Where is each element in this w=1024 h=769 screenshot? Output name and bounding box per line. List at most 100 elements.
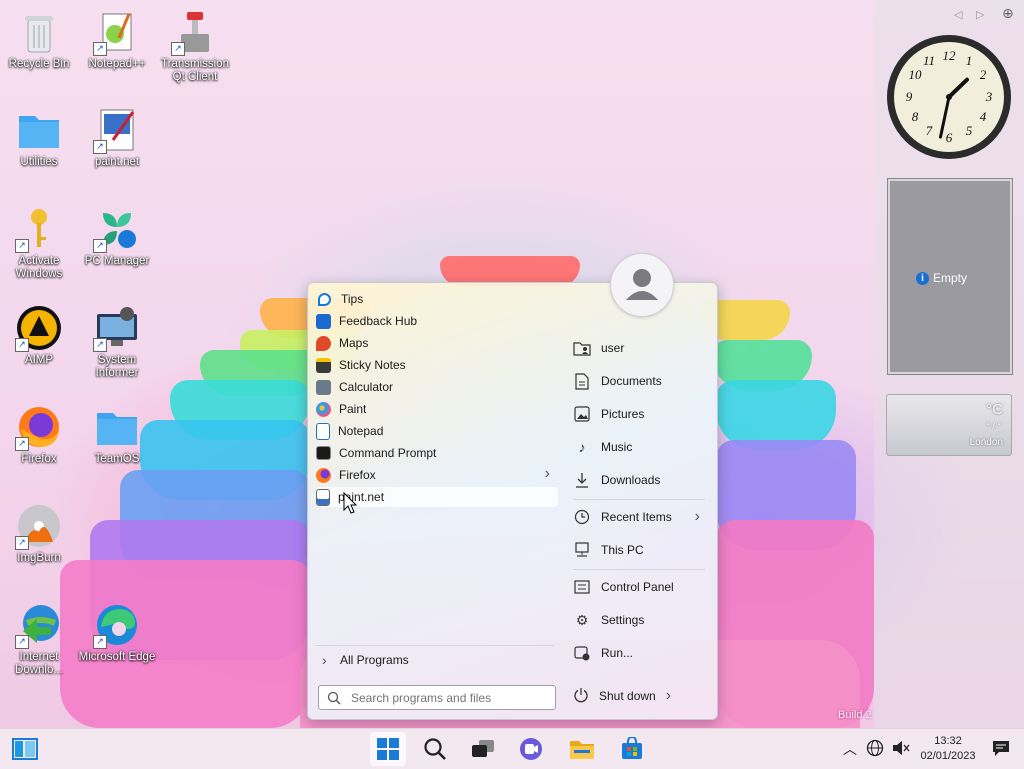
mouse-cursor-icon (341, 491, 359, 518)
recycle-bin-icon (15, 8, 63, 56)
notification-icon[interactable] (992, 740, 1012, 761)
imgburn-icon: ↗ (15, 502, 63, 550)
slideshow-gadget[interactable]: i Empty (888, 179, 1012, 374)
desktop-icon-label: PC Manager (84, 255, 150, 267)
document-icon (573, 372, 591, 390)
place-downloads[interactable]: Downloads (573, 467, 708, 493)
desktop-icon-imgburn[interactable]: ↗ ImgBurn (0, 502, 78, 565)
program-label: Tips (341, 292, 364, 306)
desktop-icon-system-informer[interactable]: ↗ System Informer (78, 304, 156, 380)
place-settings[interactable]: ⚙ Settings (573, 607, 708, 633)
desktop-icon-label: System Informer (95, 354, 139, 379)
svg-text:3: 3 (985, 89, 993, 104)
control-panel-icon (573, 578, 591, 596)
desktop-icon-label: TeamOS (94, 453, 140, 465)
place-pictures[interactable]: Pictures (573, 401, 708, 427)
user-avatar[interactable] (610, 253, 674, 317)
program-item-maps[interactable]: Maps (316, 333, 558, 353)
desktop-icon-paint-net[interactable]: ↗ paint.net (78, 106, 156, 169)
clock-gadget[interactable]: 12 1 2 345 678 9 10 11 (886, 34, 1012, 160)
desktop-icon-label: Utilities (20, 156, 58, 168)
gadget-sidebar: ◁ ▷ ⊕ 12 1 2 345 678 9 10 11 i Empty °C ° / … (874, 0, 1024, 728)
shortcut-arrow-icon: ↗ (171, 42, 185, 56)
sidebar-prev-icon[interactable]: ◁ (954, 8, 962, 21)
network-icon[interactable] (866, 739, 884, 760)
place-recent-items[interactable]: Recent Items › (573, 504, 708, 530)
info-icon: i (916, 271, 929, 285)
sidebar-next-icon[interactable]: ▷ (976, 8, 984, 21)
desktop-icon-pc-manager[interactable]: ↗ PC Manager (78, 205, 156, 268)
place-run[interactable]: Run... (573, 640, 708, 666)
place-music[interactable]: ♪ Music (573, 434, 708, 460)
place-label: Settings (601, 613, 645, 627)
pc-manager-icon: ↗ (93, 205, 141, 253)
desktop-icon-recycle-bin[interactable]: Recycle Bin (0, 8, 78, 71)
gear-icon: ⚙ (575, 611, 589, 628)
weather-gadget[interactable]: °C ° / ° London (886, 394, 1012, 456)
place-user[interactable]: user (573, 335, 708, 361)
clock-tray[interactable]: 13:32 02/01/2023 (918, 734, 978, 764)
shortcut-arrow-icon: ↗ (15, 239, 29, 253)
sidebar-toggle-icon[interactable] (10, 735, 40, 763)
place-label: Pictures (601, 407, 645, 421)
task-view-icon[interactable] (468, 735, 498, 763)
notepad-plus-plus-icon: ↗ (93, 8, 141, 56)
program-item-firefox[interactable]: Firefox › (316, 465, 558, 485)
file-explorer-icon[interactable] (567, 735, 597, 763)
place-documents[interactable]: Documents (573, 368, 708, 394)
shutdown-button[interactable]: Shut down › (573, 684, 683, 708)
maps-icon (316, 335, 331, 351)
submenu-arrow-icon: › (544, 465, 550, 482)
search-input[interactable] (349, 689, 543, 706)
windows-logo-icon (377, 738, 399, 760)
program-label: Feedback Hub (339, 314, 418, 328)
program-label: Command Prompt (339, 446, 437, 460)
start-button[interactable] (370, 732, 406, 766)
place-label: Recent Items (601, 510, 672, 524)
program-item-notepad[interactable]: Notepad (316, 421, 558, 441)
svg-text:8: 8 (912, 109, 919, 124)
desktop-icon-aimp[interactable]: ↗ AIMP (0, 304, 78, 367)
firefox-icon (316, 467, 331, 483)
search-box[interactable] (318, 685, 556, 710)
globe-download-icon: ↗ (15, 601, 63, 649)
paint-icon (316, 401, 331, 417)
place-this-pc[interactable]: This PC (573, 537, 708, 563)
tray-overflow-icon[interactable]: ︿ (843, 739, 857, 759)
notepad-icon (316, 422, 330, 440)
program-item-paint[interactable]: Paint (316, 399, 558, 419)
shutdown-options-arrow-icon[interactable]: › (666, 687, 671, 705)
desktop-icon-teamos[interactable]: TeamOS (78, 403, 156, 466)
shortcut-arrow-icon: ↗ (93, 338, 107, 352)
microsoft-store-icon[interactable] (617, 735, 647, 763)
place-control-panel[interactable]: Control Panel (573, 574, 708, 600)
desktop-icon-activate-windows[interactable]: ↗ Activate Windows (0, 205, 78, 281)
desktop-icon-microsoft-edge[interactable]: ↗ Microsoft Edge (78, 601, 156, 664)
program-item-calculator[interactable]: Calculator (316, 377, 558, 397)
program-label: Paint (339, 402, 367, 416)
program-item-tips[interactable]: Tips (316, 289, 558, 309)
volume-muted-icon[interactable] (892, 740, 910, 759)
desktop-icon-utilities[interactable]: Utilities (0, 106, 78, 169)
desktop-icon-transmission[interactable]: ↗ Transmission Qt Client (156, 8, 234, 84)
teams-chat-icon[interactable] (516, 735, 546, 763)
program-item-feedback-hub[interactable]: Feedback Hub (316, 311, 558, 331)
desktop-icon-firefox[interactable]: ↗ Firefox (0, 403, 78, 466)
sidebar-add-icon[interactable]: ⊕ (1002, 5, 1014, 22)
program-label: Firefox (339, 468, 376, 482)
search-taskbar-icon[interactable] (420, 735, 450, 763)
svg-text:11: 11 (923, 53, 935, 68)
aimp-icon: ↗ (15, 304, 63, 352)
program-item-sticky-notes[interactable]: Sticky Notes (316, 355, 558, 375)
computer-icon (573, 541, 591, 559)
program-item-command-prompt[interactable]: Command Prompt (316, 443, 558, 463)
program-label: Calculator (339, 380, 394, 394)
user-folder-icon (573, 339, 591, 357)
desktop-icon-label: Recycle Bin (8, 58, 70, 70)
desktop-icon-label: Transmission Qt Client (161, 58, 229, 83)
desktop-icon-internet-download-manager[interactable]: ↗ Internet Downlo... (0, 601, 78, 677)
place-label: Music (601, 440, 633, 454)
all-programs-button[interactable]: › All Programs (316, 650, 556, 670)
folder-icon (93, 403, 141, 451)
desktop-icon-notepad-plus-plus[interactable]: ↗ Notepad++ (78, 8, 156, 71)
